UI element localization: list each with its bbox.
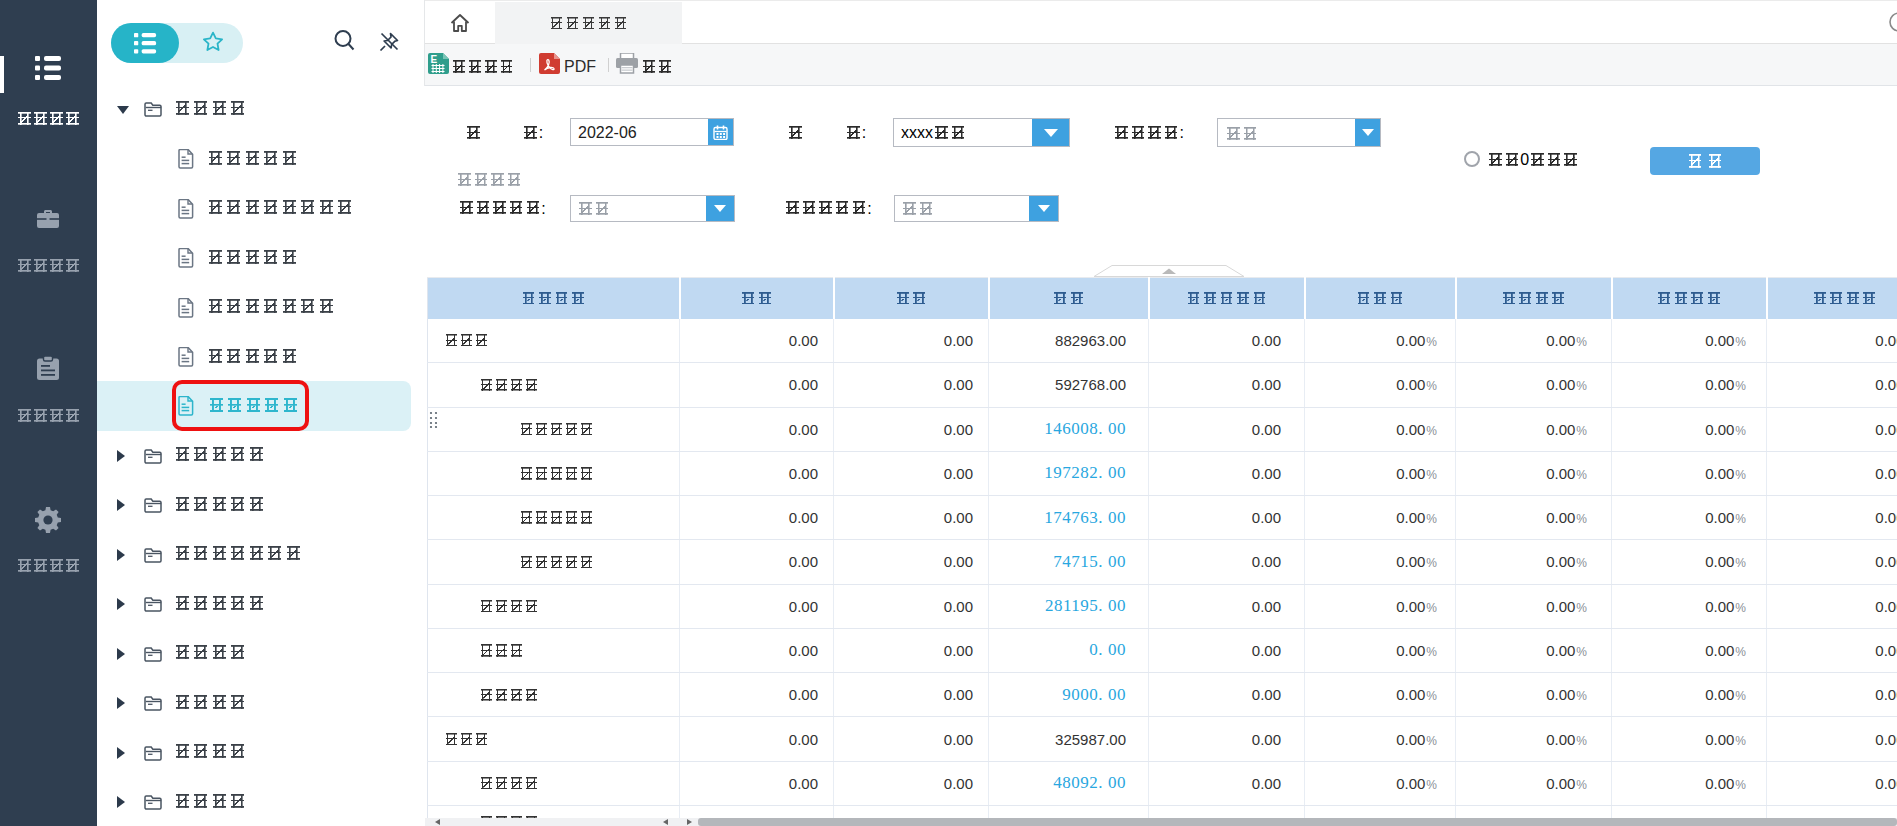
svg-text:E: E (431, 54, 438, 65)
